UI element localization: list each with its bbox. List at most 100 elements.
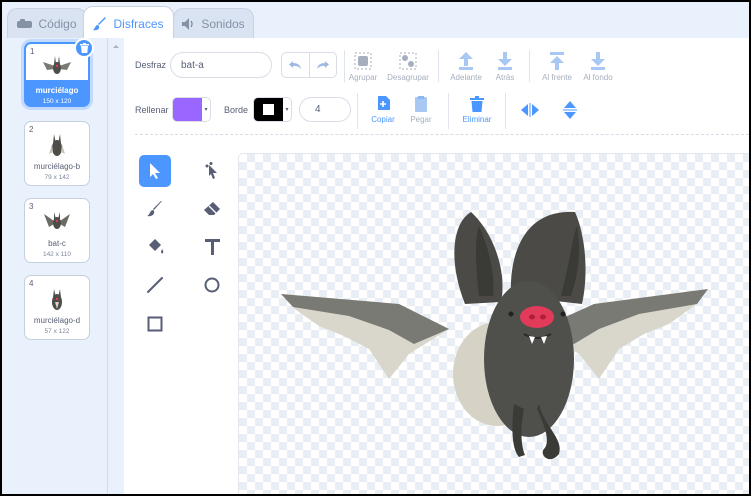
tab-sounds[interactable]: Sonidos bbox=[173, 8, 254, 39]
costume-name: murciélago-b bbox=[33, 162, 81, 171]
undo-redo-group bbox=[281, 52, 337, 78]
outline-color-picker[interactable]: ▾ bbox=[253, 97, 292, 122]
forward-button[interactable]: Adelante bbox=[446, 52, 486, 82]
costume-thumbnail bbox=[43, 56, 71, 74]
paste-icon bbox=[415, 96, 427, 112]
brush-tool[interactable] bbox=[139, 193, 171, 225]
redo-icon bbox=[317, 60, 330, 69]
undo-button[interactable] bbox=[282, 53, 309, 77]
costume-number: 1 bbox=[30, 47, 35, 56]
flip-vertical-button[interactable] bbox=[554, 94, 586, 126]
costume-name: bat-c bbox=[48, 239, 66, 248]
costume-size: 142 x 110 bbox=[42, 251, 72, 258]
ungroup-button[interactable]: Desagrupar bbox=[385, 52, 431, 82]
flip-horizontal-button[interactable] bbox=[514, 94, 546, 126]
outline-color-swatch bbox=[254, 98, 283, 121]
brush-icon bbox=[147, 201, 162, 217]
text-tool[interactable] bbox=[196, 231, 228, 263]
costume-size: 57 x 122 bbox=[44, 328, 70, 335]
costume-name-label: Desfraz bbox=[135, 60, 167, 70]
flip-horizontal-icon bbox=[521, 103, 539, 117]
code-icon bbox=[17, 18, 33, 28]
outline-label: Borde bbox=[224, 105, 249, 115]
backward-button[interactable]: Atrás bbox=[490, 52, 520, 82]
group-icon bbox=[354, 52, 372, 70]
copy-button[interactable]: Copiar bbox=[368, 96, 398, 124]
rectangle-icon bbox=[147, 316, 163, 332]
eraser-tool[interactable] bbox=[196, 193, 228, 225]
to-back-button[interactable]: Al fondo bbox=[579, 52, 617, 82]
to-back-icon bbox=[591, 52, 605, 70]
divider bbox=[529, 50, 530, 82]
costume-size: 79 x 142 bbox=[44, 174, 70, 181]
tab-costumes-label: Disfraces bbox=[113, 16, 164, 31]
toolbar-separator bbox=[135, 134, 749, 135]
bat-sprite[interactable] bbox=[239, 154, 749, 496]
sidebar-gutter bbox=[108, 38, 124, 494]
drawing-canvas[interactable] bbox=[238, 153, 749, 496]
tab-costumes[interactable]: Disfraces bbox=[83, 6, 174, 40]
costume-number: 2 bbox=[29, 125, 34, 134]
app-frame: Código Disfraces Sonidos 1 murciélago 15… bbox=[0, 0, 751, 496]
delete-button[interactable]: Eliminar bbox=[458, 96, 496, 124]
rectangle-tool[interactable] bbox=[139, 308, 171, 340]
circle-tool[interactable] bbox=[196, 269, 228, 301]
brush-icon bbox=[93, 16, 107, 30]
costume-name-input[interactable]: bat-a bbox=[170, 52, 272, 78]
paint-editor: Desfraz bat-a Agrupar Desagrupar Adelant… bbox=[124, 38, 749, 496]
tab-code[interactable]: Código bbox=[7, 8, 87, 39]
dropdown-arrow-icon: ▾ bbox=[204, 107, 208, 113]
costume-item[interactable]: 2 murciélago-b 79 x 142 bbox=[24, 121, 90, 186]
select-tool[interactable] bbox=[139, 155, 171, 187]
divider bbox=[438, 50, 439, 82]
costume-item[interactable]: 3 bat-c 142 x 110 bbox=[24, 198, 90, 263]
arrow-cursor-icon bbox=[150, 163, 160, 179]
costume-name: murciélago bbox=[35, 86, 79, 95]
costume-item[interactable]: 4 murciélago-d 57 x 122 bbox=[24, 275, 90, 340]
outline-width-input[interactable]: 4 bbox=[299, 97, 351, 122]
copy-icon bbox=[378, 96, 390, 110]
fill-label: Rellenar bbox=[135, 105, 169, 115]
fill-tool[interactable] bbox=[139, 231, 171, 263]
costume-number: 3 bbox=[29, 202, 34, 211]
group-button[interactable]: Agrupar bbox=[346, 52, 380, 82]
copy-label: Copiar bbox=[371, 115, 395, 124]
line-tool[interactable] bbox=[139, 269, 171, 301]
dropdown-arrow-icon: ▾ bbox=[285, 107, 289, 113]
divider bbox=[448, 93, 449, 129]
ungroup-label: Desagrupar bbox=[387, 73, 429, 82]
text-icon bbox=[204, 239, 220, 255]
tab-sounds-label: Sonidos bbox=[201, 17, 245, 31]
costume-size: 150 x 120 bbox=[42, 98, 72, 105]
undo-icon bbox=[288, 60, 301, 69]
to-front-button[interactable]: Al frente bbox=[537, 52, 577, 82]
redo-button[interactable] bbox=[308, 53, 337, 77]
reshape-icon bbox=[205, 162, 217, 179]
costume-number: 4 bbox=[29, 279, 34, 288]
delete-label: Eliminar bbox=[462, 115, 492, 124]
divider bbox=[344, 50, 345, 82]
circle-icon bbox=[204, 277, 220, 293]
fill-color-picker[interactable]: ▾ bbox=[172, 97, 211, 122]
paste-label: Pegar bbox=[410, 115, 432, 124]
trash-icon bbox=[470, 96, 484, 112]
reshape-tool[interactable] bbox=[196, 155, 228, 187]
to-back-label: Al fondo bbox=[583, 73, 613, 82]
to-front-icon bbox=[550, 52, 564, 70]
costume-thumbnail bbox=[52, 289, 62, 310]
eraser-icon bbox=[204, 202, 220, 215]
costume-item[interactable]: 1 murciélago 150 x 120 bbox=[24, 38, 94, 107]
backward-label: Atrás bbox=[495, 73, 515, 82]
flip-vertical-icon bbox=[563, 101, 577, 119]
scroll-up-icon bbox=[113, 45, 119, 48]
costume-name: murciélago-d bbox=[33, 316, 81, 325]
paste-button[interactable]: Pegar bbox=[407, 96, 435, 124]
costume-thumbnail bbox=[49, 134, 65, 156]
delete-costume-button[interactable] bbox=[74, 38, 94, 58]
line-icon bbox=[147, 277, 163, 293]
group-label: Agrupar bbox=[348, 73, 378, 82]
costume-thumbnail bbox=[44, 212, 70, 229]
trash-icon bbox=[79, 43, 89, 53]
costume-list: 1 murciélago 150 x 120 2 murciélago-b 79… bbox=[4, 38, 108, 494]
tab-bar: Código Disfraces Sonidos bbox=[4, 4, 749, 40]
